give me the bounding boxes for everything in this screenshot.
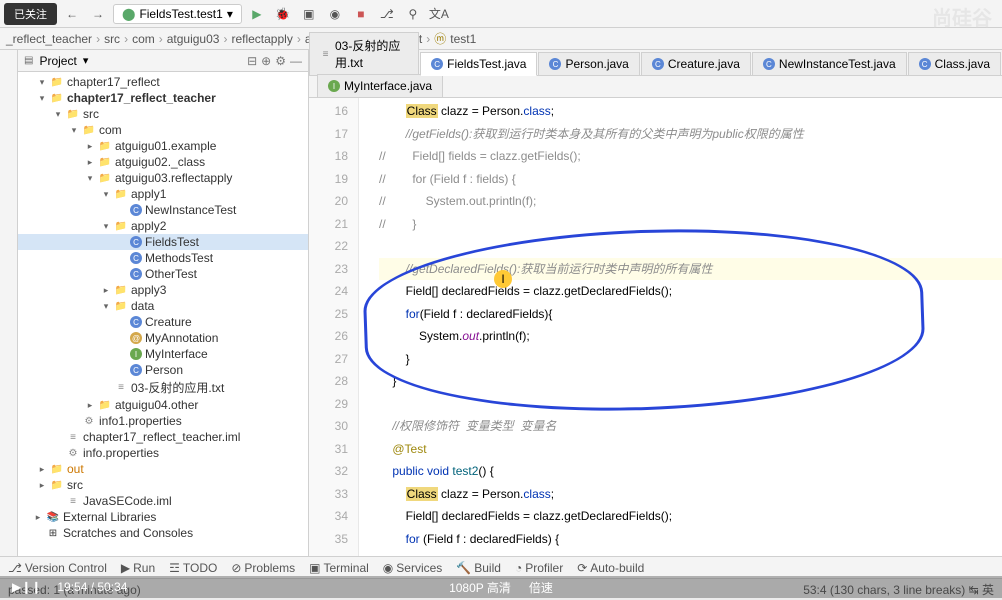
profile-icon[interactable]: ◉ (324, 3, 346, 25)
tree-item[interactable]: CPerson (18, 362, 308, 378)
tree-item[interactable]: CNewInstanceTest (18, 202, 308, 218)
tree-item[interactable]: ▸📁apply3 (18, 282, 308, 298)
follow-button[interactable]: 已关注 (4, 3, 57, 25)
cursor-highlight-icon: I (494, 270, 512, 288)
tree-item[interactable]: ▸📚External Libraries (18, 509, 308, 525)
run-icon[interactable]: ▶ (246, 3, 268, 25)
tree-item[interactable]: ▸📁src (18, 477, 308, 493)
tree-item[interactable]: ≡JavaSECode.iml (18, 493, 308, 509)
version-control-tab[interactable]: ⎇ Version Control (8, 561, 107, 575)
tree-item[interactable]: ⚙info1.properties (18, 413, 308, 429)
tree-item[interactable]: CFieldsTest (18, 234, 308, 250)
editor-tab[interactable]: ≡03-反射的应用.txt (309, 32, 419, 75)
breadcrumb-item[interactable]: atguigu03 (167, 32, 220, 46)
editor-tabs-row2: IMyInterface.java (309, 76, 1002, 98)
breadcrumb-item[interactable]: reflectapply (231, 32, 292, 46)
status-right: 53:4 (130 chars, 3 line breaks) ↹ 英 (803, 581, 994, 598)
debug-icon[interactable]: 🐞 (272, 3, 294, 25)
project-header: ▤Project ▾ ⊟⊕⚙— (18, 50, 308, 72)
project-tree[interactable]: ▾📁chapter17_reflect▾📁chapter17_reflect_t… (18, 72, 308, 556)
collapse-icon[interactable]: ⊟ (247, 54, 257, 68)
code-content[interactable]: Class clazz = Person.class; //getFields(… (359, 98, 1002, 556)
editor-area: ≡03-反射的应用.txtCFieldsTest.javaCPerson.jav… (309, 50, 1002, 556)
services-tab[interactable]: ◉ Services (383, 561, 443, 575)
profiler-tab[interactable]: ◔ Profiler (515, 561, 563, 575)
run-config-dropdown[interactable]: ⬤FieldsTest.test1 ▾ (113, 4, 242, 24)
coverage-icon[interactable]: ▣ (298, 3, 320, 25)
tree-item[interactable]: ▾📁com (18, 122, 308, 138)
status-bar: passed: 1 (a minute ago) 53:4 (130 chars… (0, 578, 1002, 600)
breadcrumb-item[interactable]: ⓜ (434, 30, 446, 47)
breadcrumb: _reflect_teacher› src› com› atguigu03› r… (0, 28, 1002, 50)
tree-item[interactable]: ▾📁atguigu03.reflectapply (18, 170, 308, 186)
status-left: passed: 1 (a minute ago) (8, 583, 141, 597)
tree-item[interactable]: COtherTest (18, 266, 308, 282)
tree-item[interactable]: CCreature (18, 314, 308, 330)
tree-item[interactable]: ▾📁src (18, 106, 308, 122)
tree-item[interactable]: ≡03-反射的应用.txt (18, 378, 308, 397)
autobuild-tab[interactable]: ⟳ Auto-build (577, 561, 644, 575)
tree-item[interactable]: CMethodsTest (18, 250, 308, 266)
terminal-tab[interactable]: ▣ Terminal (309, 561, 369, 575)
forward-icon[interactable]: → (87, 3, 109, 25)
select-icon[interactable]: ⊕ (261, 54, 271, 68)
breadcrumb-item[interactable]: com (132, 32, 155, 46)
tree-item[interactable]: IMyInterface (18, 346, 308, 362)
left-gutter (0, 50, 18, 556)
tree-item[interactable]: ▸📁atguigu01.example (18, 138, 308, 154)
tree-item[interactable]: ≡chapter17_reflect_teacher.iml (18, 429, 308, 445)
build-tab[interactable]: 🔨 Build (456, 561, 501, 575)
tree-item[interactable]: ⚙info.properties (18, 445, 308, 461)
problems-tab[interactable]: ⊘ Problems (231, 561, 295, 575)
todo-tab[interactable]: ☲ TODO (169, 561, 217, 575)
tree-item[interactable]: ▾📁apply1 (18, 186, 308, 202)
search-icon[interactable]: ⚲ (402, 3, 424, 25)
tree-item[interactable]: ▸📁atguigu02._class (18, 154, 308, 170)
editor-tab[interactable]: CNewInstanceTest.java (752, 52, 907, 75)
tree-item[interactable]: @MyAnnotation (18, 330, 308, 346)
hide-icon[interactable]: — (290, 54, 302, 68)
tree-item[interactable]: ▾📁chapter17_reflect (18, 74, 308, 90)
bottom-tool-bar: ⎇ Version Control ▶ Run ☲ TODO ⊘ Problem… (0, 556, 1002, 578)
editor-tab[interactable]: CClass.java (908, 52, 1001, 75)
tree-item[interactable]: ⊞Scratches and Consoles (18, 525, 308, 541)
tree-item[interactable]: ▾📁apply2 (18, 218, 308, 234)
tree-item[interactable]: ▸📁out (18, 461, 308, 477)
back-icon[interactable]: ← (61, 3, 83, 25)
tree-item[interactable]: ▾📁data (18, 298, 308, 314)
gutter: 1617181920212223242526272829303132333435… (309, 98, 359, 556)
project-panel: ▤Project ▾ ⊟⊕⚙— ▾📁chapter17_reflect▾📁cha… (18, 50, 309, 556)
editor-tab[interactable]: CCreature.java (641, 52, 751, 75)
tree-item[interactable]: ▸📁atguigu04.other (18, 397, 308, 413)
breadcrumb-item[interactable]: _reflect_teacher (6, 32, 92, 46)
watermark: 尚硅谷 (932, 2, 992, 31)
run-tab[interactable]: ▶ Run (121, 561, 155, 575)
main-toolbar: 已关注 ← → ⬤FieldsTest.test1 ▾ ▶ 🐞 ▣ ◉ ■ ⎇ … (0, 0, 1002, 28)
translate-icon[interactable]: 文A (428, 3, 450, 25)
breadcrumb-item[interactable]: src (104, 32, 120, 46)
editor-tab[interactable]: CFieldsTest.java (420, 52, 537, 76)
editor-tabs: ≡03-反射的应用.txtCFieldsTest.javaCPerson.jav… (309, 50, 1002, 76)
code-area: 1617181920212223242526272829303132333435… (309, 98, 1002, 556)
settings-icon[interactable]: ⚙ (275, 54, 286, 68)
stop-icon[interactable]: ■ (350, 3, 372, 25)
editor-tab[interactable]: CPerson.java (538, 52, 639, 75)
tab-myinterface[interactable]: IMyInterface.java (317, 74, 443, 97)
tree-item[interactable]: ▾📁chapter17_reflect_teacher (18, 90, 308, 106)
git-icon[interactable]: ⎇ (376, 3, 398, 25)
